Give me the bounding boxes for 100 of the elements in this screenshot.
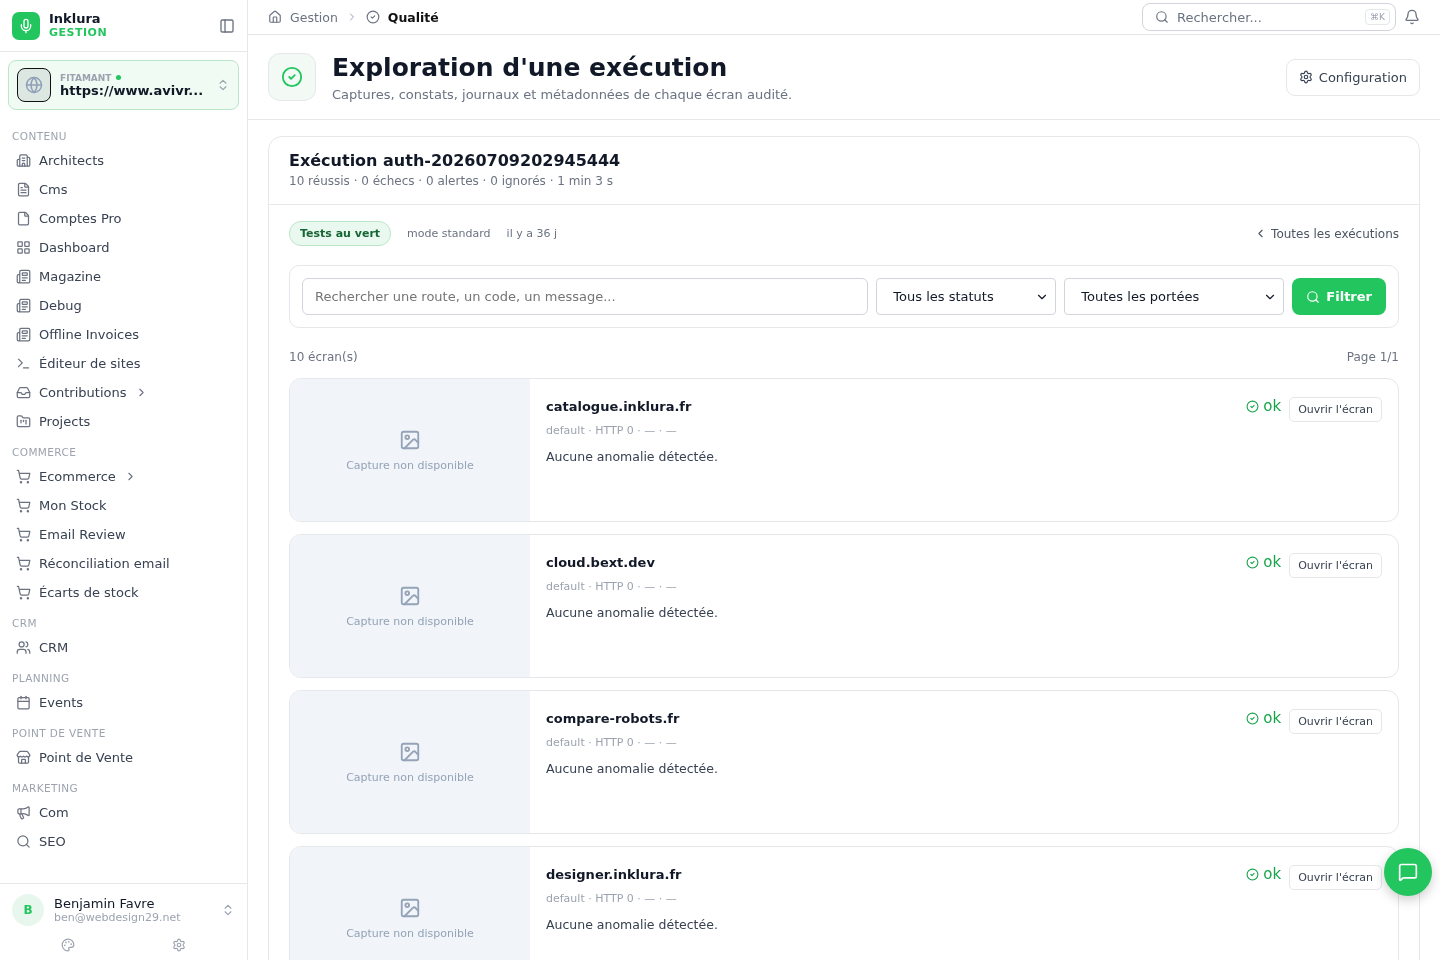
screen-host: compare-robots.fr [546,710,681,726]
age-label: il y a 36 j [506,227,557,240]
chat-button[interactable] [1384,848,1432,896]
search-icon [1155,10,1169,24]
screen-count: 10 écran(s) [289,350,358,364]
search-field[interactable]: Rechercher... ⌘K [1142,3,1396,31]
user-email: ben@webdesign29.net [54,911,182,924]
sidebar-item[interactable]: Mon Stock [8,491,239,520]
status-label: ok [1263,709,1282,727]
mode-label: mode standard [407,227,491,240]
workspace-label: FITAMANT [60,72,112,83]
notifications-icon[interactable] [1404,9,1420,25]
sidebar-item[interactable]: Cms [8,175,239,204]
settings-icon [1298,70,1313,84]
screen-host: catalogue.inklura.fr [546,398,693,414]
screen-message: Aucune anomalie détectée. [546,449,719,464]
open-screen-button[interactable]: Ouvrir l'écran [1289,397,1382,422]
sidebar-item[interactable]: Architects [8,146,239,175]
sidebar-item[interactable]: Contributions [8,378,239,407]
megaphone-icon [16,805,31,820]
section-title: POINT DE VENTE [11,726,107,741]
sidebar-item[interactable]: Écarts de stock [8,578,239,607]
brand-subtitle: GESTION [49,25,109,40]
sidebar-item[interactable]: CRM [8,633,239,662]
search-field[interactable]: Rechercher une route, un code, un message... [302,278,869,315]
configuration-button[interactable]: Configuration [1285,58,1420,96]
open-screen-button[interactable]: Ouvrir l'écran [1289,553,1382,578]
microphone-icon [18,17,34,34]
cart-icon [16,527,31,542]
check-circle-icon [1246,711,1260,725]
status-select[interactable]: Tous les statuts [876,278,1057,315]
cart-icon [16,469,31,484]
cart-icon [16,556,31,571]
sidebar-item[interactable]: Réconciliation email [8,549,239,578]
placeholder-text: Capture non disponible [346,458,474,472]
screen-message: Aucune anomalie détectée. [546,917,719,932]
sidebar-item[interactable]: Éditeur de sites [8,349,239,378]
calendar-icon [16,695,31,710]
sidebar-item[interactable]: Comptes Pro [8,204,239,233]
section-title: COMMERCE [11,445,78,460]
screen-meta: default · HTTP 0 · — · — [546,892,678,905]
sidebar-item[interactable]: Email Review [8,520,239,549]
shortcut-key: ⌘K [1365,9,1390,25]
image-icon [399,428,421,451]
screen-meta: default · HTTP 0 · — · — [546,736,678,749]
section-title: PLANNING [11,671,71,686]
sidebar-item[interactable]: Com [8,798,239,827]
sidebar-item[interactable]: SEO [8,827,239,856]
screen-message: Aucune anomalie détectée. [546,761,719,776]
newspaper-icon [16,269,31,284]
placeholder-text: Capture non disponible [346,614,474,628]
search-icon [16,834,31,849]
check-circle-icon [365,10,380,24]
placeholder-text: Capture non disponible [346,926,474,940]
check-circle-icon [1246,399,1260,413]
screen-host: cloud.bext.dev [546,554,656,570]
image-icon [399,896,421,919]
folder-icon [16,414,31,429]
brand-name: Inklura [49,11,102,26]
palette-icon[interactable] [60,938,75,952]
section-title: CONTENU [11,129,68,144]
document-icon [16,182,31,197]
section-title: CRM [11,616,38,631]
inbox-icon [16,385,31,400]
status-badge: Tests au vert [289,221,392,246]
breadcrumb-link[interactable]: Gestion [290,9,338,25]
sidebar-item[interactable]: Dashboard [8,233,239,262]
chat-icon [1398,862,1418,882]
section-title: MARKETING [11,781,80,796]
sidebar-item[interactable]: Debug [8,291,239,320]
building-icon [16,153,31,168]
workspace-switcher[interactable]: FITAMANT https://www.avivr... [8,60,239,110]
check-circle-icon [1246,867,1260,881]
scope-select[interactable]: Toutes les portées [1064,278,1285,315]
screen-message: Aucune anomalie détectée. [546,605,719,620]
page-subtitle: Captures, constats, journaux et métadonnées de chaque écran audité. [332,86,794,102]
sidebar-item[interactable]: Projects [8,407,239,436]
users-icon [16,640,31,655]
grid-icon [16,240,31,255]
open-screen-button[interactable]: Ouvrir l'écran [1289,865,1382,890]
sidebar-item[interactable]: Ecommerce [8,462,239,491]
sidebar-toggle-icon[interactable] [219,17,235,34]
back-link[interactable]: Toutes les exécutions [1254,226,1399,241]
settings-icon[interactable] [172,938,187,952]
screen-host: designer.inklura.fr [546,866,683,882]
sidebar-item[interactable]: Events [8,688,239,717]
open-screen-button[interactable]: Ouvrir l'écran [1289,709,1382,734]
store-icon [16,750,31,765]
file-icon [16,211,31,226]
sidebar-item[interactable]: Offline Invoices [8,320,239,349]
screen-meta: default · HTTP 0 · — · — [546,424,678,437]
breadcrumb-current: Qualité [387,9,439,25]
sidebar-item[interactable]: Point de Vente [8,743,239,772]
sidebar-item[interactable]: Magazine [8,262,239,291]
home-icon [268,10,282,24]
run-summary: 10 réussis · 0 échecs · 0 alertes · 0 ignorés · 1 min 3 s [289,174,614,188]
page-title: Exploration d'une exécution [332,52,729,82]
cart-icon [16,498,31,513]
search-icon [1306,289,1321,304]
run-title: Exécution auth-20260709202945444 [289,151,622,170]
